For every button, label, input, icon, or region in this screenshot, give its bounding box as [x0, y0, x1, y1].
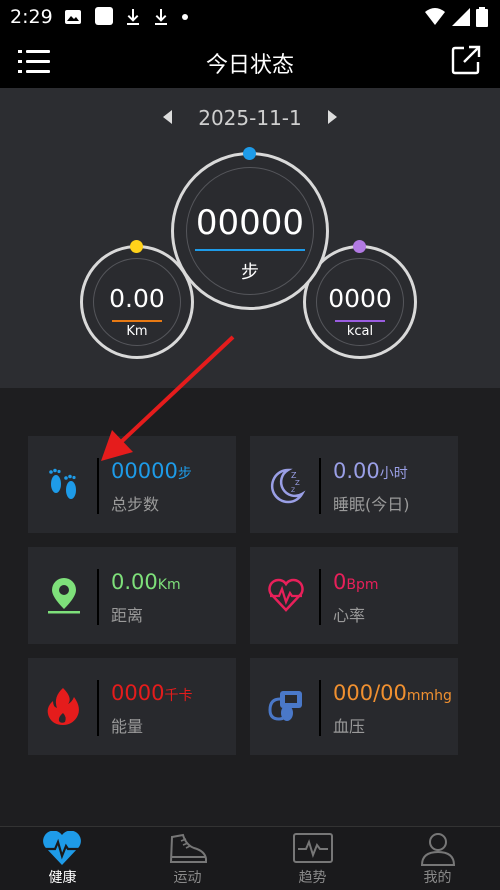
nav-health-label: 健康 [48, 870, 77, 886]
app-bar: 今日状态 [0, 34, 500, 88]
distance-card[interactable]: 0.00Km 距离 [28, 547, 236, 644]
bottom-nav: 健康 运动 趋势 我的 [0, 826, 500, 890]
calories-ring-dot [353, 240, 366, 253]
steps-ring-dot [243, 147, 256, 160]
blood-pressure-card[interactable]: 000/00mmhg 血压 [250, 658, 458, 755]
dot-icon [181, 14, 188, 20]
sleep-card[interactable]: Z Z Z 0.00小时 睡眠(今日) [250, 436, 458, 533]
nav-sport-label: 运动 [173, 870, 202, 886]
heart-rate-unit: Bpm [346, 577, 379, 593]
distance-ring-value: 0.00 [109, 284, 165, 313]
nav-trend[interactable]: 趋势 [250, 827, 375, 890]
total-steps-label: 总步数 [111, 495, 160, 514]
total-steps-value: 00000步 [111, 459, 192, 483]
sleep-label: 睡眠(今日) [333, 495, 410, 514]
heart-rate-label: 心率 [333, 606, 366, 625]
nav-health[interactable]: 健康 [0, 827, 125, 890]
total-steps-card[interactable]: 00000步 总步数 [28, 436, 236, 533]
steps-ring-value: 00000 [195, 203, 305, 243]
signal-icon [451, 8, 470, 26]
energy-unit: 千卡 [164, 688, 193, 704]
sleep-value: 0.00小时 [333, 459, 408, 483]
blood-pressure-icon [268, 691, 302, 721]
distance-ring-unit: Km [126, 324, 148, 339]
heart-rate-card[interactable]: 0Bpm 心率 [250, 547, 458, 644]
system-indicators [424, 7, 488, 31]
person-icon [420, 833, 456, 866]
next-date-button[interactable] [328, 110, 337, 124]
nav-mine-label: 我的 [423, 870, 452, 886]
page-title: 今日状态 [205, 53, 294, 78]
steps-ring-unit: 步 [241, 262, 259, 283]
image-icon [65, 10, 81, 24]
nav-sport[interactable]: 运动 [125, 827, 250, 890]
download-icon [155, 9, 168, 25]
energy-label: 能量 [111, 717, 144, 736]
wifi-icon [424, 8, 445, 25]
date-label: 2025-11-1 [198, 106, 302, 130]
energy-card[interactable]: 0000千卡 能量 [28, 658, 236, 755]
nav-mine[interactable]: 我的 [375, 827, 500, 890]
footprints-icon [49, 468, 76, 499]
status-time: 2:29 [10, 6, 53, 28]
nav-trend-label: 趋势 [298, 870, 327, 886]
moon-icon: Z Z Z [270, 468, 306, 504]
distance-unit: Km [157, 577, 181, 593]
blood-pressure-label: 血压 [333, 717, 366, 736]
distance-value: 0.00Km [111, 570, 181, 594]
svg-text:Z: Z [291, 487, 295, 494]
share-icon[interactable] [450, 44, 482, 76]
svg-text:Z: Z [295, 479, 300, 487]
battery-icon [476, 7, 488, 27]
trend-icon [293, 833, 333, 863]
energy-value: 0000千卡 [111, 681, 193, 705]
distance-ring-dot [130, 240, 143, 253]
heart-pulse-icon [268, 578, 304, 612]
location-pin-icon [48, 578, 80, 614]
calories-ring-unit: kcal [346, 324, 374, 339]
steps-ring: 00000 步 [171, 147, 329, 310]
flame-icon [47, 688, 79, 725]
notification-icons [64, 6, 189, 28]
calories-ring-value: 0000 [328, 284, 392, 313]
sleep-unit: 小时 [379, 466, 408, 482]
blood-pressure-value: 000/00mmhg [333, 681, 452, 705]
total-steps-unit: 步 [177, 466, 192, 482]
blood-pressure-unit: mmhg [406, 688, 452, 704]
distance-label: 距离 [111, 606, 144, 625]
square-icon [94, 7, 113, 25]
download-icon [127, 9, 140, 25]
status-bar: 2:29 [0, 0, 500, 34]
heart-rate-value: 0Bpm [333, 570, 379, 594]
heart-pulse-icon [43, 831, 81, 865]
shoe-icon [169, 833, 207, 863]
